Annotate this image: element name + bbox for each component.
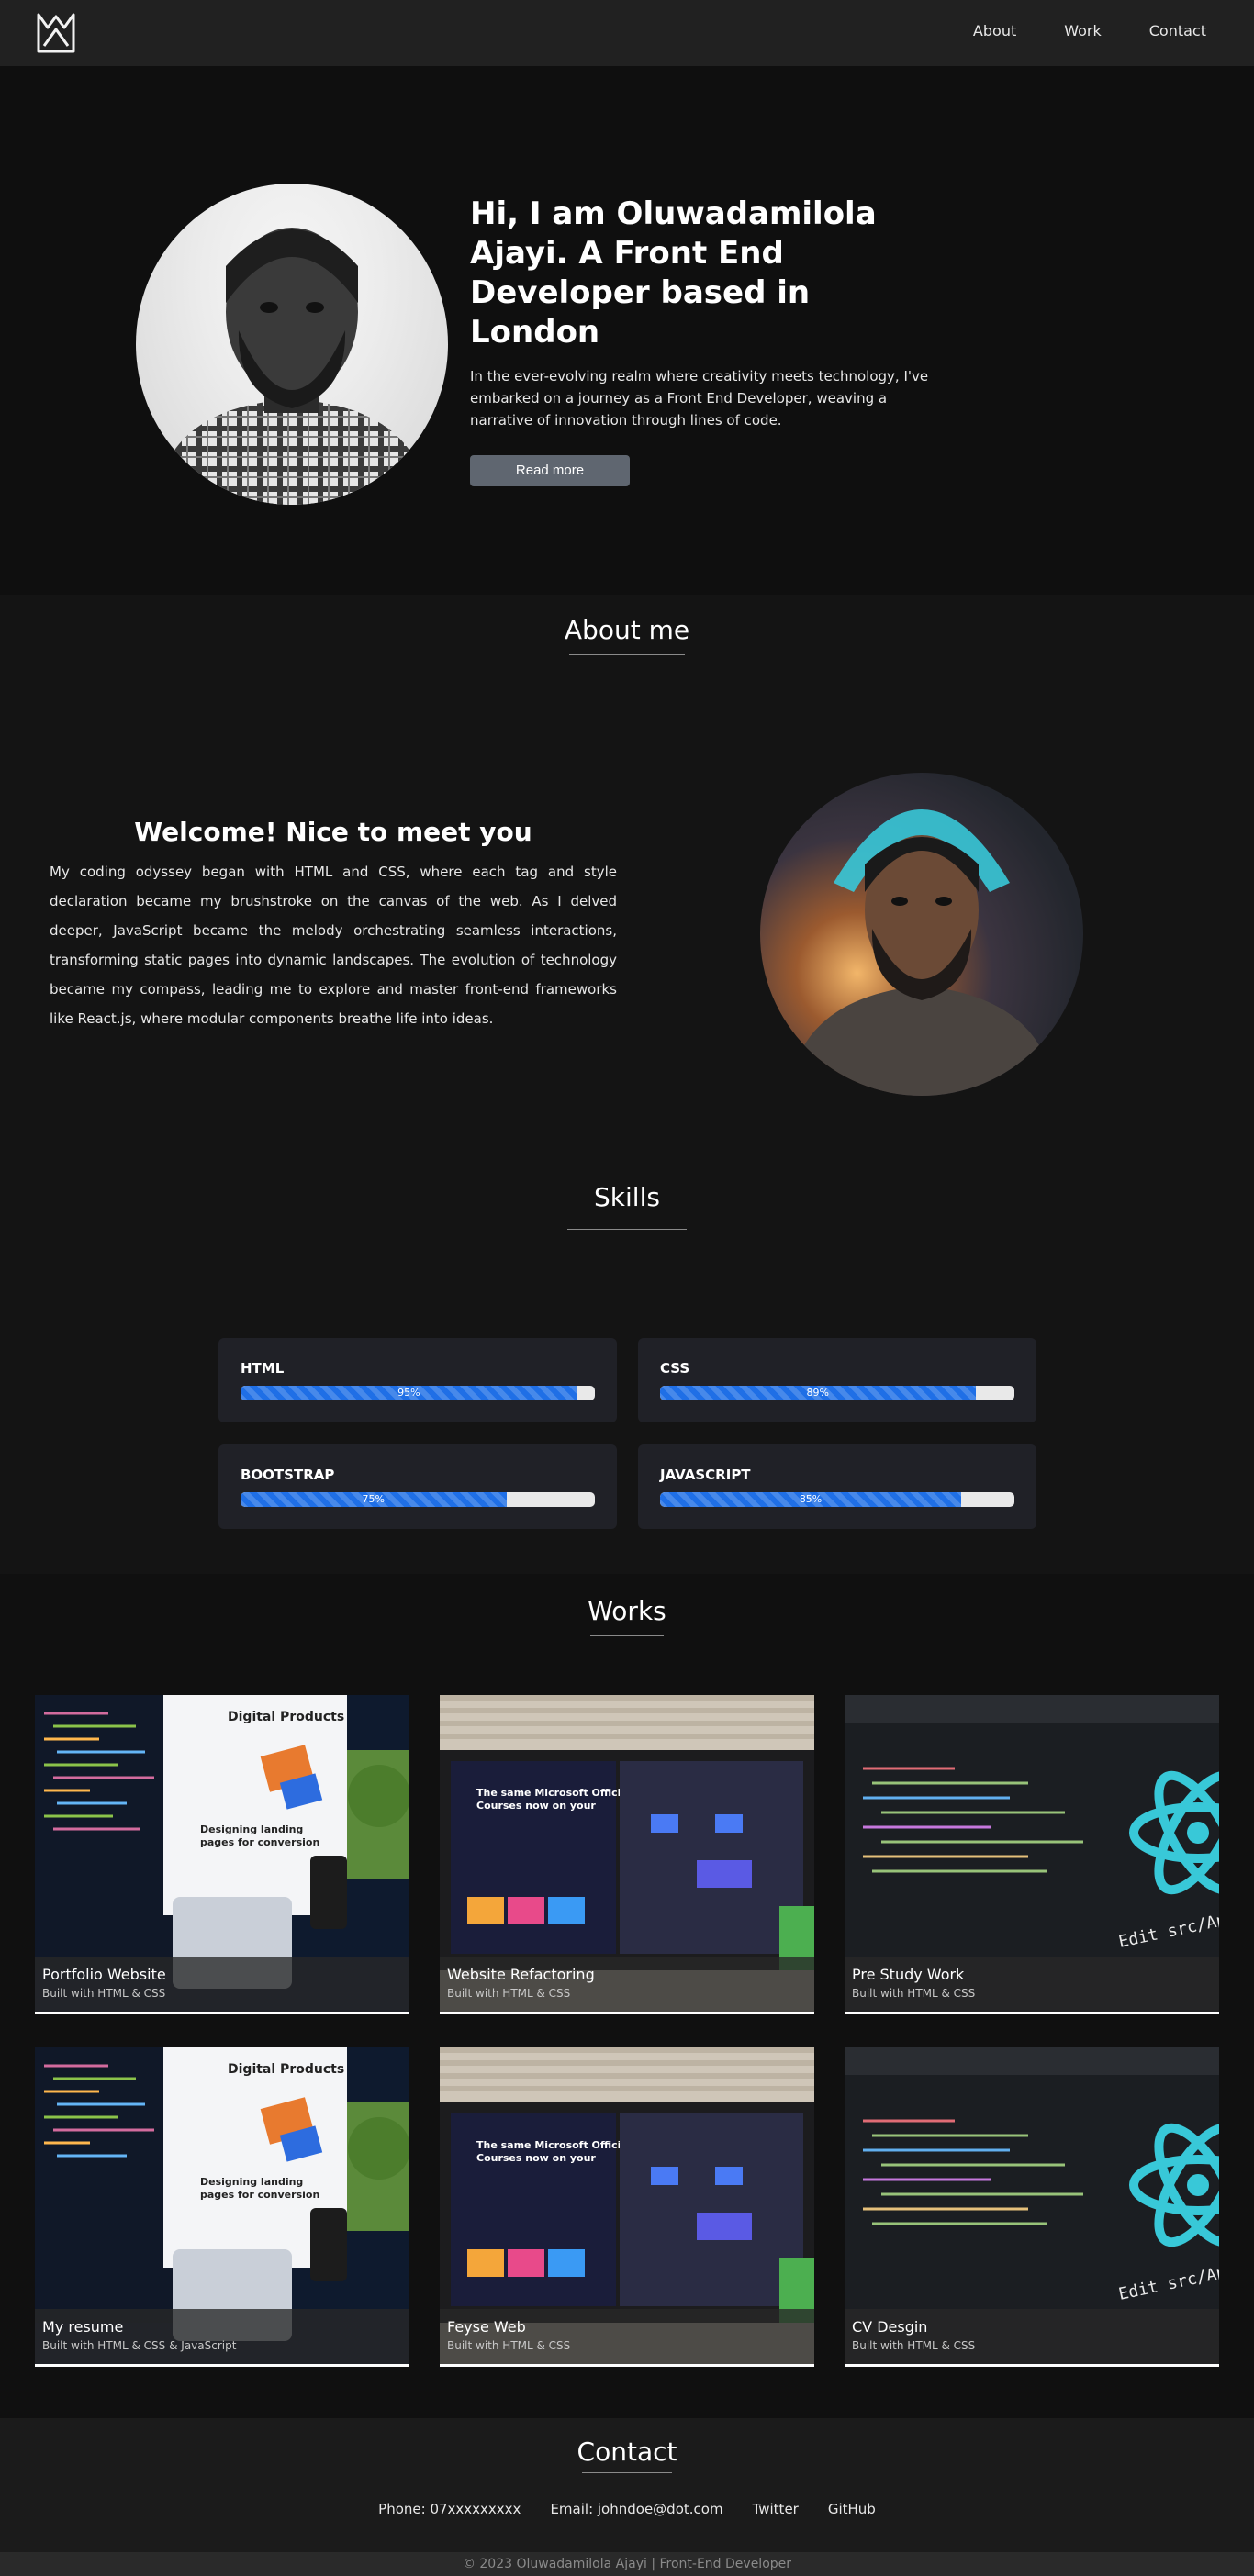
hero-title: Hi, I am Oluwadamilola Ajayi. A Front En… <box>470 195 877 351</box>
skill-card-html: HTML 95% <box>218 1338 617 1422</box>
skills-title: Skills <box>594 1182 660 1212</box>
work-caption: Website Refactoring Built with HTML & CS… <box>440 1957 814 2012</box>
skill-percent-label: 85% <box>799 1493 823 1505</box>
twitter-link[interactable]: Twitter <box>753 2501 799 2517</box>
work-card[interactable]: The same Microsoft Official Courses now … <box>440 2047 814 2367</box>
contact-title: Contact <box>577 2437 677 2467</box>
svg-text:Digital Products: Digital Products <box>228 2062 344 2077</box>
work-caption: My resume Built with HTML & CSS & JavaSc… <box>35 2309 409 2364</box>
work-subtitle: Built with HTML & CSS <box>852 1987 976 2000</box>
work-card[interactable]: Digital Products Designing landing pages… <box>35 2047 409 2367</box>
work-title: Portfolio Website <box>42 1966 166 1983</box>
hero-section: Hi, I am Oluwadamilola Ajayi. A Front En… <box>0 66 1254 595</box>
skill-name: HTML <box>241 1360 285 1377</box>
works-heading: Works <box>0 1596 1254 1636</box>
skill-percent-label: 75% <box>362 1493 385 1505</box>
works-section: Works Digital Products Designing landing… <box>0 1574 1254 2418</box>
skill-percent-label: 89% <box>806 1387 829 1399</box>
nav-links: About Work Contact <box>973 22 1206 39</box>
svg-text:Courses now on your: Courses now on your <box>476 1800 596 1812</box>
skill-progress-bar: 95% <box>241 1386 595 1400</box>
skill-card-javascript: JAVASCRIPT 85% <box>638 1444 1036 1529</box>
contact-title-underline <box>582 2472 672 2473</box>
skills-heading: Skills <box>0 1182 1254 1230</box>
about-heading: About me <box>0 615 1254 655</box>
contact-links: Phone: 07xxxxxxxxx Email: johndoe@dot.co… <box>0 2501 1254 2517</box>
work-subtitle: Built with HTML & CSS <box>447 2339 571 2352</box>
about-body-text: My coding odyssey began with HTML and CS… <box>50 864 617 1027</box>
skill-name: CSS <box>660 1360 690 1377</box>
svg-text:Designing landing: Designing landing <box>200 2176 303 2188</box>
about-title: About me <box>564 615 690 645</box>
skill-progress-bar: 85% <box>660 1492 1014 1507</box>
contact-section: Contact Phone: 07xxxxxxxxx Email: johndo… <box>0 2418 1254 2552</box>
svg-text:Designing landing: Designing landing <box>200 1823 303 1835</box>
work-title: CV Desgin <box>852 2318 928 2336</box>
skill-name: JAVASCRIPT <box>660 1466 751 1483</box>
about-portrait-image <box>760 773 1083 1096</box>
work-title: Website Refactoring <box>447 1966 595 1983</box>
work-card[interactable]: Edit src/App.js Pre Study Work Built wit… <box>845 1695 1219 2014</box>
contact-email[interactable]: Email: johndoe@dot.com <box>550 2501 722 2517</box>
brand-logo-icon[interactable] <box>33 9 79 55</box>
works-title-underline <box>590 1635 664 1636</box>
hero-text: Hi, I am Oluwadamilola Ajayi. A Front En… <box>470 195 947 486</box>
work-subtitle: Built with HTML & CSS <box>447 1987 571 2000</box>
work-title: My resume <box>42 2318 124 2336</box>
work-caption: Pre Study Work Built with HTML & CSS <box>845 1957 1219 2012</box>
skill-progress-bar: 89% <box>660 1386 1014 1400</box>
skill-card-css: CSS 89% <box>638 1338 1036 1422</box>
footer-copyright: © 2023 Oluwadamilola Ajayi | Front-End D… <box>0 2552 1254 2576</box>
svg-text:Courses now on your: Courses now on your <box>476 2152 596 2164</box>
about-welcome-heading: Welcome! Nice to meet you <box>134 817 532 847</box>
skill-percent-label: 95% <box>397 1387 420 1399</box>
skills-title-underline <box>567 1229 687 1230</box>
work-subtitle: Built with HTML & CSS <box>42 1987 166 2000</box>
top-nav: About Work Contact <box>0 0 1254 66</box>
svg-text:The same Microsoft Official: The same Microsoft Official <box>476 1787 632 1799</box>
about-section: About me Welcome! Nice to meet you My co… <box>0 595 1254 1574</box>
hero-portrait-image <box>136 184 448 505</box>
contact-heading: Contact <box>0 2437 1254 2473</box>
work-subtitle: Built with HTML & CSS <box>852 2339 976 2352</box>
hero-description: In the ever-evolving realm where creativ… <box>470 368 929 429</box>
work-caption: CV Desgin Built with HTML & CSS <box>845 2309 1219 2364</box>
nav-link-work[interactable]: Work <box>1064 22 1102 39</box>
work-title: Pre Study Work <box>852 1966 965 1983</box>
svg-text:pages for conversion: pages for conversion <box>200 2189 319 2201</box>
svg-text:pages for conversion: pages for conversion <box>200 1836 319 1848</box>
work-card[interactable]: Edit src/App.js CV Desgin Built with HTM… <box>845 2047 1219 2367</box>
nav-link-about[interactable]: About <box>973 22 1016 39</box>
work-card[interactable]: The same Microsoft Official Courses now … <box>440 1695 814 2014</box>
read-more-button[interactable]: Read more <box>470 455 630 486</box>
about-title-underline <box>569 654 685 655</box>
work-card[interactable]: Digital Products Designing landing pages… <box>35 1695 409 2014</box>
svg-text:The same Microsoft Official: The same Microsoft Official <box>476 2139 632 2151</box>
works-title: Works <box>588 1596 666 1626</box>
github-link[interactable]: GitHub <box>828 2501 876 2517</box>
skill-progress-bar: 75% <box>241 1492 595 1507</box>
work-caption: Portfolio Website Built with HTML & CSS <box>35 1957 409 2012</box>
work-title: Feyse Web <box>447 2318 526 2336</box>
nav-link-contact[interactable]: Contact <box>1149 22 1206 39</box>
work-caption: Feyse Web Built with HTML & CSS <box>440 2309 814 2364</box>
contact-phone[interactable]: Phone: 07xxxxxxxxx <box>378 2501 521 2517</box>
work-subtitle: Built with HTML & CSS & JavaScript <box>42 2339 237 2352</box>
svg-text:Digital Products: Digital Products <box>228 1710 344 1724</box>
skill-card-bootstrap: BOOTSTRAP 75% <box>218 1444 617 1529</box>
skill-name: BOOTSTRAP <box>241 1466 335 1483</box>
